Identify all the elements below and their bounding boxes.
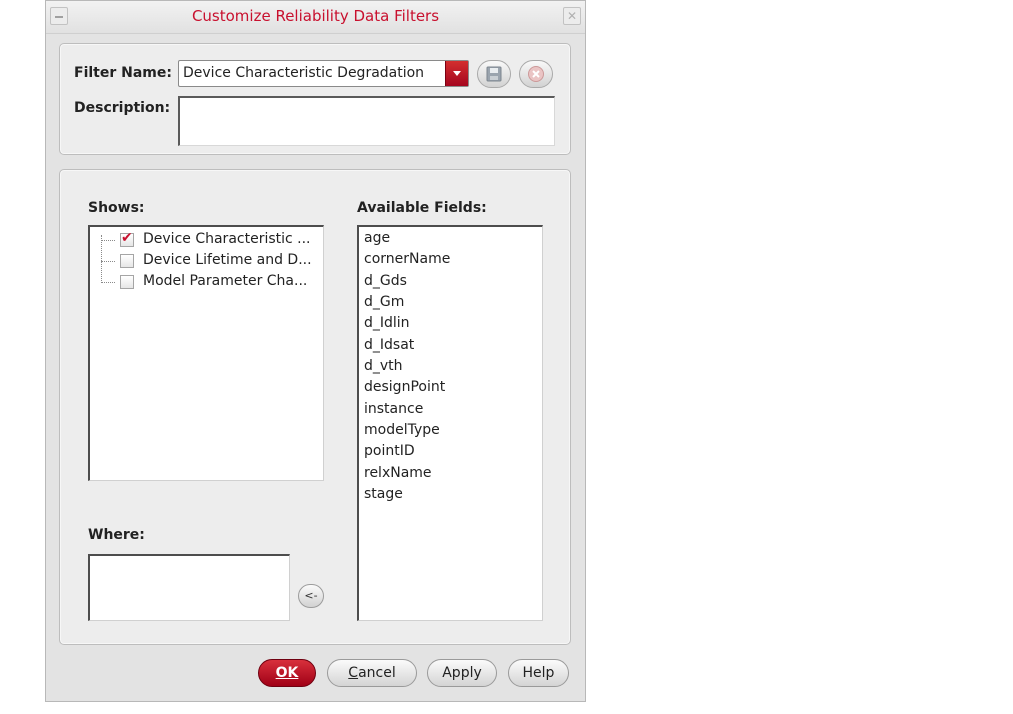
chevron-down-icon[interactable] — [445, 61, 468, 86]
save-filter-button[interactable] — [477, 60, 511, 88]
customize-filters-dialog: Customize Reliability Data Filters ✕ Fil… — [45, 0, 586, 702]
shows-checkbox-device-lifetime[interactable] — [120, 254, 134, 268]
description-label: Description: — [74, 100, 171, 116]
title-bar[interactable]: Customize Reliability Data Filters ✕ — [46, 1, 585, 34]
filter-name-value: Device Characteristic Degradation — [183, 65, 425, 81]
list-item[interactable]: stage — [364, 486, 403, 502]
shows-item-label: Device Characteristic ... — [143, 231, 311, 247]
move-field-button[interactable]: <- — [298, 584, 324, 608]
ok-label: OK — [275, 665, 299, 681]
tree-branch — [101, 240, 115, 241]
filter-name-label: Filter Name: — [74, 65, 172, 81]
list-item[interactable]: instance — [364, 401, 423, 417]
shows-item-label: Device Lifetime and D... — [143, 252, 312, 268]
list-item[interactable]: designPoint — [364, 379, 445, 395]
tree-branch — [101, 282, 115, 283]
list-item[interactable]: cornerName — [364, 251, 450, 267]
list-item[interactable]: age — [364, 230, 390, 246]
list-item[interactable]: d_Idlin — [364, 315, 410, 331]
description-input[interactable] — [178, 96, 555, 146]
list-item[interactable]: modelType — [364, 422, 440, 438]
shows-checkbox-model-parameter[interactable] — [120, 275, 134, 289]
checkmark-icon: ✔ — [121, 230, 133, 246]
list-item[interactable]: d_Idsat — [364, 337, 414, 353]
where-input[interactable] — [88, 554, 290, 621]
tree-connector — [101, 235, 102, 281]
filter-config-panel: Shows: Available Fields: ✔ Device Charac… — [59, 169, 571, 645]
dialog-title: Customize Reliability Data Filters — [191, 7, 440, 25]
shows-label: Shows: — [88, 200, 145, 216]
shows-tree[interactable]: ✔ Device Characteristic ... Device Lifet… — [88, 225, 324, 481]
shows-item-label: Model Parameter Cha... — [143, 273, 308, 289]
ok-button[interactable]: OK — [258, 659, 316, 687]
cancel-mnemonic: C — [348, 665, 359, 681]
list-item[interactable]: relxName — [364, 465, 432, 481]
delete-filter-button[interactable] — [519, 60, 553, 88]
cancel-button[interactable]: Cancel — [327, 659, 417, 687]
filter-info-panel: Filter Name: Device Characteristic Degra… — [59, 43, 571, 155]
delete-icon — [528, 66, 544, 82]
cancel-label: ancel — [358, 665, 396, 681]
apply-button[interactable]: Apply — [427, 659, 497, 687]
floppy-disk-icon — [486, 66, 502, 82]
window-close-button[interactable]: ✕ — [563, 7, 581, 25]
help-button[interactable]: Help — [508, 659, 569, 687]
list-item[interactable]: d_Gm — [364, 294, 404, 310]
where-label: Where: — [88, 527, 145, 543]
shows-checkbox-device-characteristic[interactable]: ✔ — [120, 230, 134, 247]
available-fields-label: Available Fields: — [357, 200, 487, 216]
tree-branch — [101, 261, 115, 262]
close-icon: ✕ — [567, 9, 578, 23]
list-item[interactable]: d_Gds — [364, 273, 407, 289]
list-item[interactable]: pointID — [364, 443, 415, 459]
filter-name-combobox[interactable]: Device Characteristic Degradation — [178, 60, 469, 87]
list-item[interactable]: d_vth — [364, 358, 403, 374]
available-fields-list[interactable]: age cornerName d_Gds d_Gm d_Idlin d_Idsa… — [357, 225, 543, 621]
